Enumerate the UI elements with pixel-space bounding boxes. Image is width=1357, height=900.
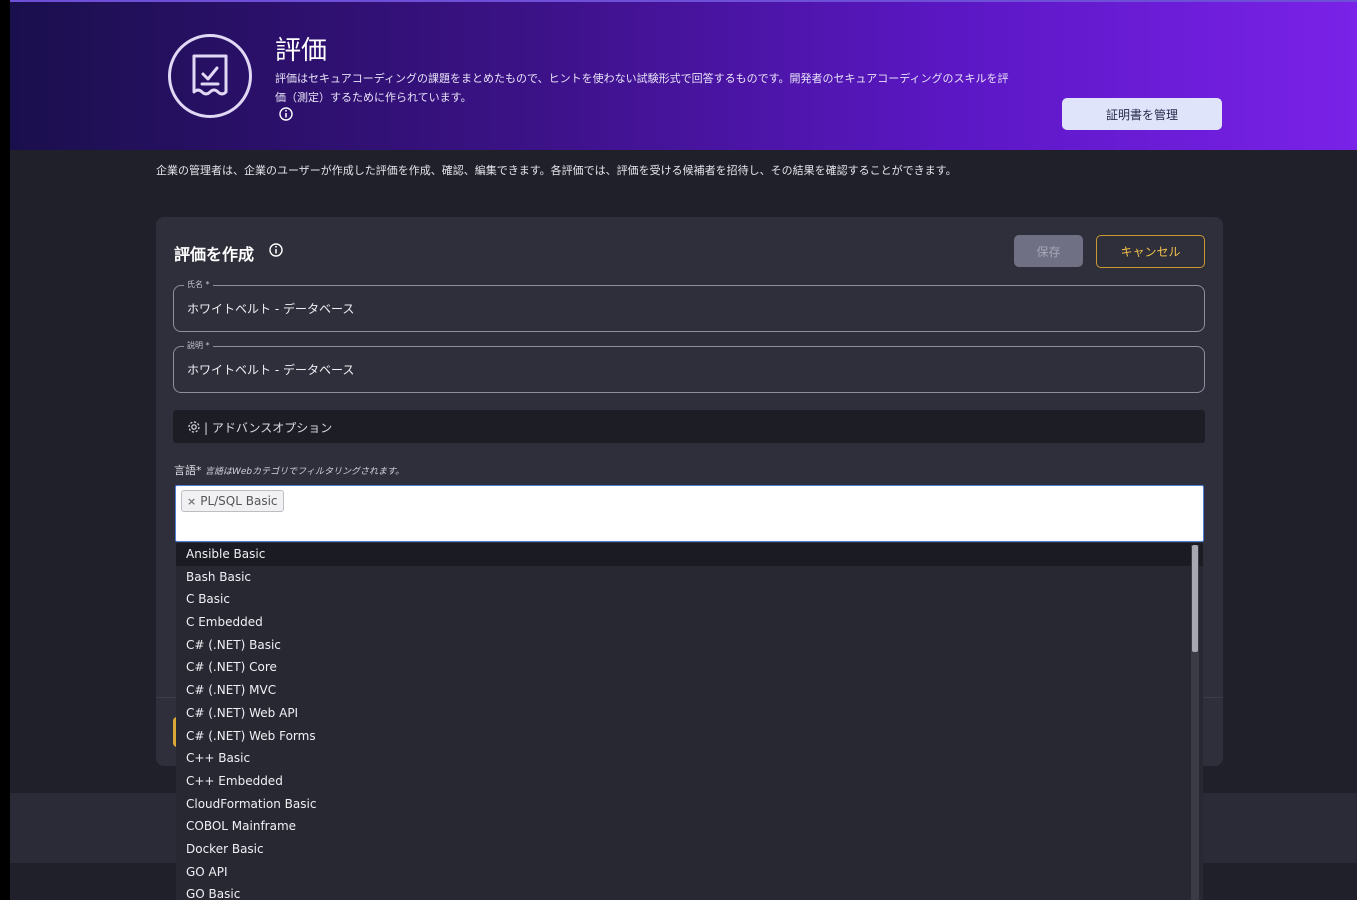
cancel-button[interactable]: キャンセル (1096, 235, 1205, 268)
description-field-label: 説明 * (184, 340, 213, 351)
dropdown-option[interactable]: Bash Basic (176, 566, 1203, 589)
name-field-label: 氏名 * (184, 279, 213, 290)
remove-chip-icon[interactable]: × (187, 495, 196, 508)
language-label: 言語* 言語はWebカテゴリでフィルタリングされます。 (174, 464, 405, 477)
language-dropdown[interactable]: Ansible Basic Bash Basic C Basic C Embed… (176, 543, 1203, 900)
dropdown-option[interactable]: C# (.NET) Web Forms (176, 725, 1203, 748)
manage-certificates-button[interactable]: 証明書を管理 (1062, 98, 1222, 130)
advanced-options-label: | アドバンスオプション (204, 421, 333, 435)
dropdown-option[interactable]: GO API (176, 861, 1203, 884)
dropdown-option[interactable]: C# (.NET) Core (176, 656, 1203, 679)
dropdown-option[interactable]: Docker Basic (176, 838, 1203, 861)
dropdown-option[interactable]: C++ Basic (176, 747, 1203, 770)
admin-note: 企業の管理者は、企業のユーザーが作成した評価を作成、確認、編集できます。各評価で… (156, 164, 957, 177)
name-field-value[interactable]: ホワイトベルト - データベース (187, 300, 354, 317)
dropdown-option[interactable]: C Basic (176, 588, 1203, 611)
dropdown-option[interactable]: C# (.NET) MVC (176, 679, 1203, 702)
info-icon[interactable] (279, 106, 293, 125)
selected-language-label: PL/SQL Basic (200, 494, 278, 508)
dropdown-scrollbar[interactable] (1191, 545, 1199, 900)
assessment-icon (168, 34, 252, 118)
description-field[interactable]: 説明 * ホワイトベルト - データベース (173, 340, 1205, 393)
description-field-value[interactable]: ホワイトベルト - データベース (187, 361, 354, 378)
dropdown-option[interactable]: C# (.NET) Basic (176, 634, 1203, 657)
dropdown-option[interactable]: GO Basic (176, 883, 1203, 900)
save-button[interactable]: 保存 (1014, 235, 1083, 267)
dropdown-option[interactable]: COBOL Mainframe (176, 815, 1203, 838)
dropdown-option[interactable]: C Embedded (176, 611, 1203, 634)
gear-icon (187, 419, 201, 438)
language-hint: 言語はWebカテゴリでフィルタリングされます。 (205, 467, 405, 477)
left-edge-strip (0, 0, 10, 900)
page-header: 評価 評価はセキュアコーディングの課題をまとめたもので、ヒントを使わない試験形式… (10, 0, 1357, 150)
scrollbar-thumb[interactable] (1192, 545, 1198, 652)
dropdown-option[interactable]: CloudFormation Basic (176, 793, 1203, 816)
advanced-options-toggle[interactable]: | アドバンスオプション (173, 410, 1205, 443)
page-title: 評価 (275, 36, 328, 66)
selected-language-chip[interactable]: × PL/SQL Basic (181, 490, 284, 512)
dropdown-option[interactable]: C# (.NET) Web API (176, 702, 1203, 725)
form-info-icon[interactable] (269, 242, 283, 261)
dropdown-option[interactable]: Ansible Basic (176, 543, 1203, 566)
dropdown-option[interactable]: C++ Embedded (176, 770, 1203, 793)
form-title: 評価を作成 (174, 245, 255, 264)
name-field[interactable]: 氏名 * ホワイトベルト - データベース (173, 279, 1205, 332)
language-select-input[interactable]: × PL/SQL Basic (175, 485, 1204, 542)
page-description: 評価はセキュアコーディングの課題をまとめたもので、ヒントを使わない試験形式で回答… (275, 72, 1009, 104)
